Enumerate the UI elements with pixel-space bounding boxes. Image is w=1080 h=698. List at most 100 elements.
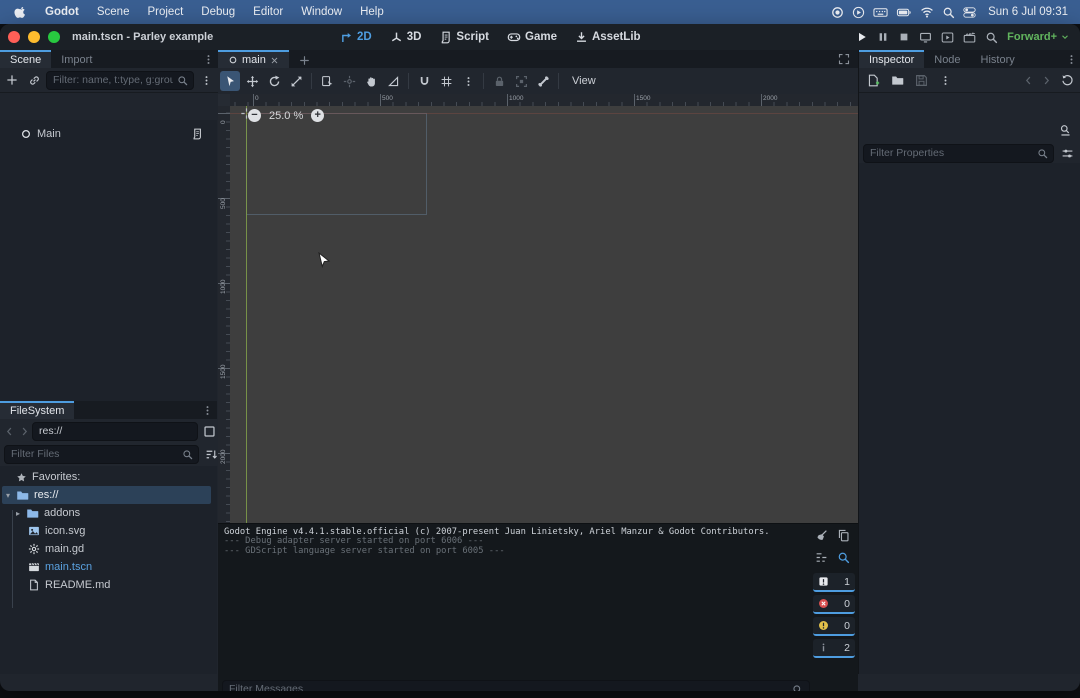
move-tool-button[interactable] [242,71,262,91]
tab-script[interactable]: Script [439,31,489,44]
play-button[interactable] [856,31,868,43]
apple-menu[interactable] [0,6,36,19]
debug-count-toggle[interactable]: 2 [813,639,855,658]
close-icon[interactable] [270,56,279,65]
menu-godot[interactable]: Godot [36,6,88,18]
zoom-level[interactable]: 25.0 % [269,110,303,122]
scene-filter-input[interactable] [46,71,194,90]
pan-tool-button[interactable] [361,71,381,91]
select-tool-button[interactable] [220,71,240,91]
wifi-icon[interactable] [920,5,934,19]
warning-count-toggle[interactable]: 0 [813,617,855,636]
show-search-toggle[interactable] [837,551,850,564]
load-resource-button[interactable] [887,70,907,90]
close-button[interactable] [8,31,20,43]
property-tools-button[interactable] [1057,143,1077,163]
renderer-selector[interactable]: Forward+ [1007,31,1070,43]
list-select-tool-button[interactable] [317,71,337,91]
clear-output-button[interactable] [815,529,828,542]
movie-maker-button[interactable] [985,31,998,44]
fs-filter-input[interactable] [4,445,199,464]
open-docs-button[interactable] [1055,120,1075,140]
fs-row-readme[interactable]: README.md [0,576,217,594]
tab-import[interactable]: Import [51,50,102,68]
add-node-button[interactable] [2,70,22,90]
snap-options-menu[interactable] [458,71,478,91]
distraction-free-toggle[interactable] [834,50,858,68]
tab-node[interactable]: Node [924,50,970,68]
fs-favorites-row[interactable]: Favorites: [0,468,217,486]
menu-scene[interactable]: Scene [88,6,139,18]
message-count-toggle[interactable]: 1 [813,573,855,592]
pivot-tool-button[interactable] [339,71,359,91]
inspector-history-button[interactable] [1057,70,1077,90]
fs-forward-button[interactable] [17,421,31,441]
new-scene-tab-button[interactable] [289,50,320,68]
filter-messages-input[interactable] [222,680,810,692]
attached-script-icon[interactable] [191,128,203,140]
menu-window[interactable]: Window [292,6,351,18]
collapse-arrow-icon[interactable]: ▾ [6,491,10,500]
scene-tree-row-main[interactable]: Main [0,125,217,143]
tab-filesystem[interactable]: FileSystem [0,401,74,419]
maximize-button[interactable] [48,31,60,43]
tab-game[interactable]: Game [507,30,557,44]
inspector-back-button[interactable] [1021,70,1035,90]
copy-output-button[interactable] [837,529,850,542]
zoom-out-button[interactable]: − [248,109,261,122]
menubar-clock[interactable]: Sun 6 Jul 09:31 [988,6,1068,18]
fs-row-main-tscn[interactable]: main.tscn [0,558,217,576]
fs-path-input[interactable] [32,422,198,441]
control-center-icon[interactable] [963,6,976,19]
fs-row-res-root[interactable]: ▾ res:// [2,486,211,504]
tab-3d[interactable]: 3D [390,31,422,44]
scale-tool-button[interactable] [286,71,306,91]
lock-node-button[interactable] [489,71,509,91]
scene-tab-main[interactable]: main [218,50,289,68]
rotate-tool-button[interactable] [264,71,284,91]
scene-tree-menu[interactable] [196,70,216,90]
stop-button[interactable] [898,31,910,43]
smart-snap-toggle[interactable] [414,71,434,91]
play-custom-scene-button[interactable] [963,31,976,44]
zoom-in-button[interactable]: + [311,109,324,122]
ruler-tool-button[interactable] [383,71,403,91]
tab-scene[interactable]: Scene [0,50,51,68]
resource-options-menu[interactable] [935,70,955,90]
tab-history[interactable]: History [971,50,1025,68]
menu-help[interactable]: Help [351,6,393,18]
battery-icon[interactable] [896,5,912,20]
play-circle-icon[interactable] [852,6,865,19]
fs-row-icon-svg[interactable]: icon.svg [0,522,217,540]
collapse-duplicates-toggle[interactable] [815,551,828,564]
grid-snap-toggle[interactable] [436,71,456,91]
fs-row-addons[interactable]: ▸ addons [0,504,217,522]
fs-row-main-gd[interactable]: main.gd [0,540,217,558]
inspector-dock-menu[interactable] [1062,50,1080,68]
group-node-button[interactable] [511,71,531,91]
menu-editor[interactable]: Editor [244,6,292,18]
fs-split-mode-button[interactable] [199,421,219,441]
fs-back-button[interactable] [2,421,16,441]
menu-debug[interactable]: Debug [192,6,244,18]
tab-inspector[interactable]: Inspector [859,50,924,68]
scene-dock-menu[interactable] [199,50,218,68]
minimize-button[interactable] [28,31,40,43]
error-count-toggle[interactable]: 0 [813,595,855,614]
menu-project[interactable]: Project [138,6,192,18]
record-icon[interactable] [831,6,844,19]
skeleton-options-button[interactable] [533,71,553,91]
spotlight-search-icon[interactable] [942,6,955,19]
save-resource-button[interactable] [911,70,931,90]
pause-button[interactable] [877,31,889,43]
view-menu-button[interactable]: View [564,75,604,87]
filesystem-menu[interactable] [198,401,217,419]
viewport-canvas[interactable]: − 25.0 % + [230,106,858,523]
remote-debug-button[interactable] [919,31,932,44]
play-scene-button[interactable] [941,31,954,44]
expand-arrow-icon[interactable]: ▸ [16,509,20,518]
inspector-forward-button[interactable] [1039,70,1053,90]
tab-assetlib[interactable]: AssetLib [575,31,641,44]
tab-2d[interactable]: 2D [340,31,372,44]
new-resource-button[interactable] [863,70,883,90]
